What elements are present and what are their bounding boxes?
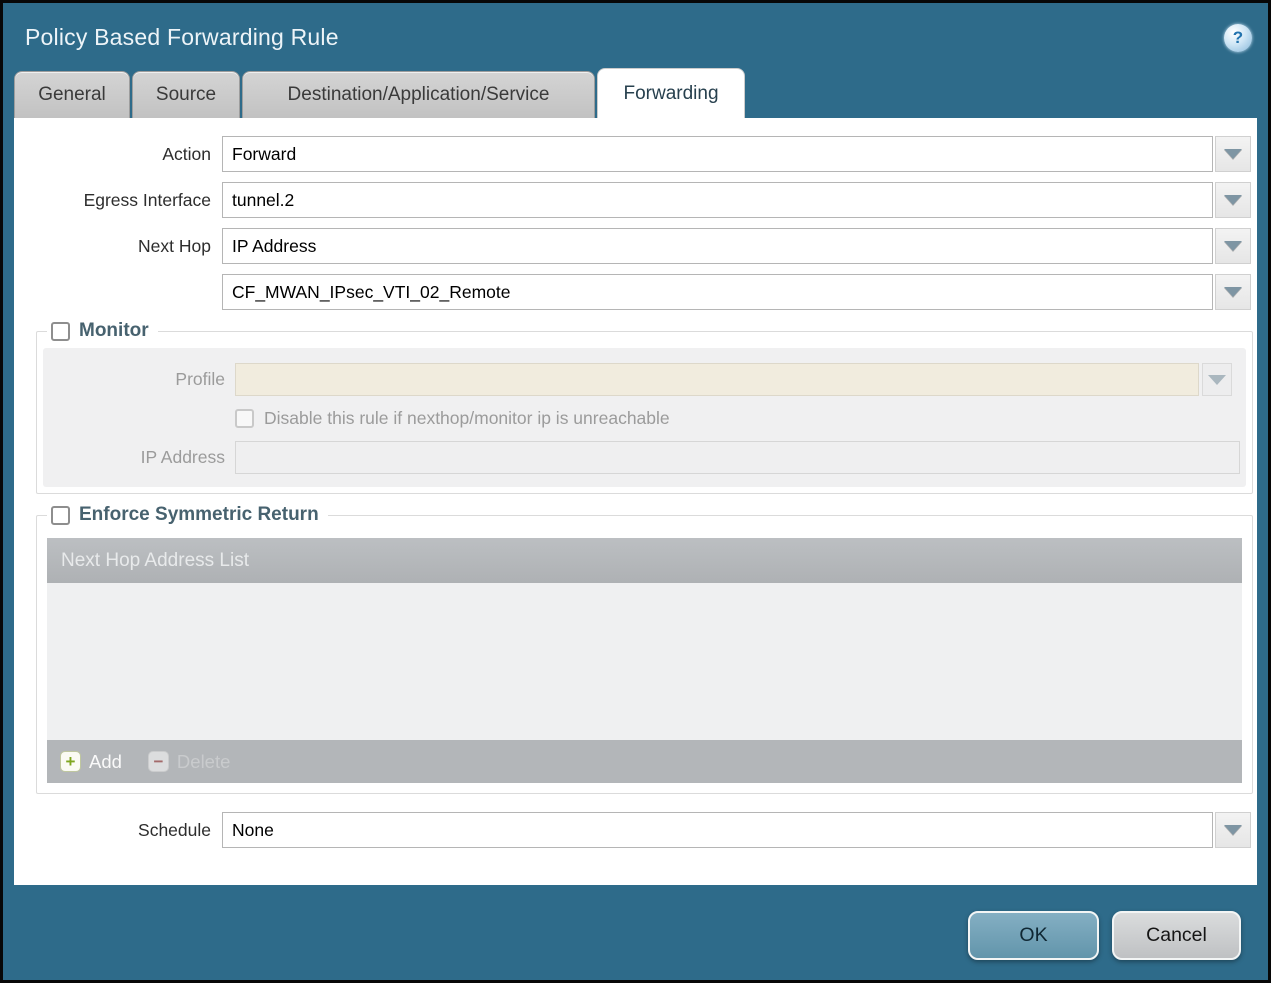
chevron-down-icon — [1224, 825, 1242, 835]
table-toolbar: + Add − Delete — [47, 740, 1242, 783]
delete-button-label: Delete — [177, 751, 230, 773]
schedule-dropdown-button[interactable] — [1215, 812, 1251, 848]
action-input[interactable] — [222, 136, 1213, 172]
tab-strip: General Source Destination/Application/S… — [3, 68, 1268, 118]
monitor-section: Monitor Profile Disable this rule if nex… — [36, 320, 1253, 494]
egress-interface-dropdown-button[interactable] — [1215, 182, 1251, 218]
help-icon[interactable]: ? — [1224, 24, 1252, 52]
tab-destination-application-service[interactable]: Destination/Application/Service — [242, 71, 595, 118]
chevron-down-icon — [1224, 195, 1242, 205]
action-label: Action — [14, 144, 211, 165]
disable-rule-label: Disable this rule if nexthop/monitor ip … — [264, 408, 670, 429]
delete-button: − Delete — [148, 751, 230, 773]
schedule-label: Schedule — [14, 820, 211, 841]
next-hop-address-list-header: Next Hop Address List — [47, 538, 1242, 583]
next-hop-label: Next Hop — [14, 236, 211, 257]
monitor-ip-row: IP Address — [43, 441, 1246, 474]
profile-dropdown-button — [1202, 363, 1232, 396]
profile-label: Profile — [43, 369, 225, 390]
chevron-down-icon — [1224, 149, 1242, 159]
plus-icon: + — [60, 751, 81, 772]
dialog-title: Policy Based Forwarding Rule — [25, 24, 339, 51]
egress-interface-input[interactable] — [222, 182, 1213, 218]
tab-forwarding[interactable]: Forwarding — [597, 68, 745, 118]
dialog-titlebar: Policy Based Forwarding Rule ? — [3, 3, 1268, 68]
next-hop-address-table: Next Hop Address List + Add − Delete — [47, 538, 1242, 783]
next-hop-address-input[interactable] — [222, 274, 1213, 310]
action-dropdown-button[interactable] — [1215, 136, 1251, 172]
disable-rule-checkbox — [235, 409, 254, 428]
add-button-label: Add — [89, 751, 122, 773]
next-hop-address-list-body[interactable] — [47, 583, 1242, 740]
egress-interface-label: Egress Interface — [14, 190, 211, 211]
schedule-input[interactable] — [222, 812, 1213, 848]
profile-input — [235, 363, 1199, 396]
cancel-button[interactable]: Cancel — [1112, 911, 1241, 960]
next-hop-address-row — [14, 274, 1251, 310]
add-button[interactable]: + Add — [60, 751, 122, 773]
monitor-title: Monitor — [79, 320, 149, 342]
chevron-down-icon — [1224, 241, 1242, 251]
profile-row: Profile — [43, 363, 1246, 396]
symmetric-return-title: Enforce Symmetric Return — [79, 504, 319, 526]
forwarding-tab-panel: Action Egress Interface Next Hop — [14, 118, 1257, 885]
next-hop-row: Next Hop — [14, 228, 1251, 264]
chevron-down-icon — [1224, 287, 1242, 297]
ok-button[interactable]: OK — [968, 911, 1099, 960]
monitor-checkbox[interactable] — [51, 322, 70, 341]
tab-source[interactable]: Source — [132, 71, 240, 118]
pbf-rule-dialog: Policy Based Forwarding Rule ? General S… — [0, 0, 1271, 983]
next-hop-type-dropdown-button[interactable] — [1215, 228, 1251, 264]
dialog-footer: OK Cancel — [3, 885, 1268, 960]
next-hop-address-dropdown-button[interactable] — [1215, 274, 1251, 310]
monitor-ip-input — [235, 441, 1240, 474]
symmetric-return-section: Enforce Symmetric Return Next Hop Addres… — [36, 504, 1253, 794]
monitor-ip-label: IP Address — [43, 447, 225, 468]
action-row: Action — [14, 136, 1251, 172]
monitor-legend: Monitor — [47, 320, 158, 342]
egress-interface-row: Egress Interface — [14, 182, 1251, 218]
disable-rule-row: Disable this rule if nexthop/monitor ip … — [235, 408, 1246, 429]
monitor-panel: Profile Disable this rule if nexthop/mon… — [43, 348, 1246, 487]
chevron-down-icon — [1208, 375, 1226, 385]
symmetric-return-legend: Enforce Symmetric Return — [47, 504, 328, 526]
enforce-symmetric-return-checkbox[interactable] — [51, 506, 70, 525]
next-hop-type-input[interactable] — [222, 228, 1213, 264]
minus-icon: − — [148, 751, 169, 772]
tab-general[interactable]: General — [14, 71, 130, 118]
schedule-row: Schedule — [14, 812, 1251, 848]
